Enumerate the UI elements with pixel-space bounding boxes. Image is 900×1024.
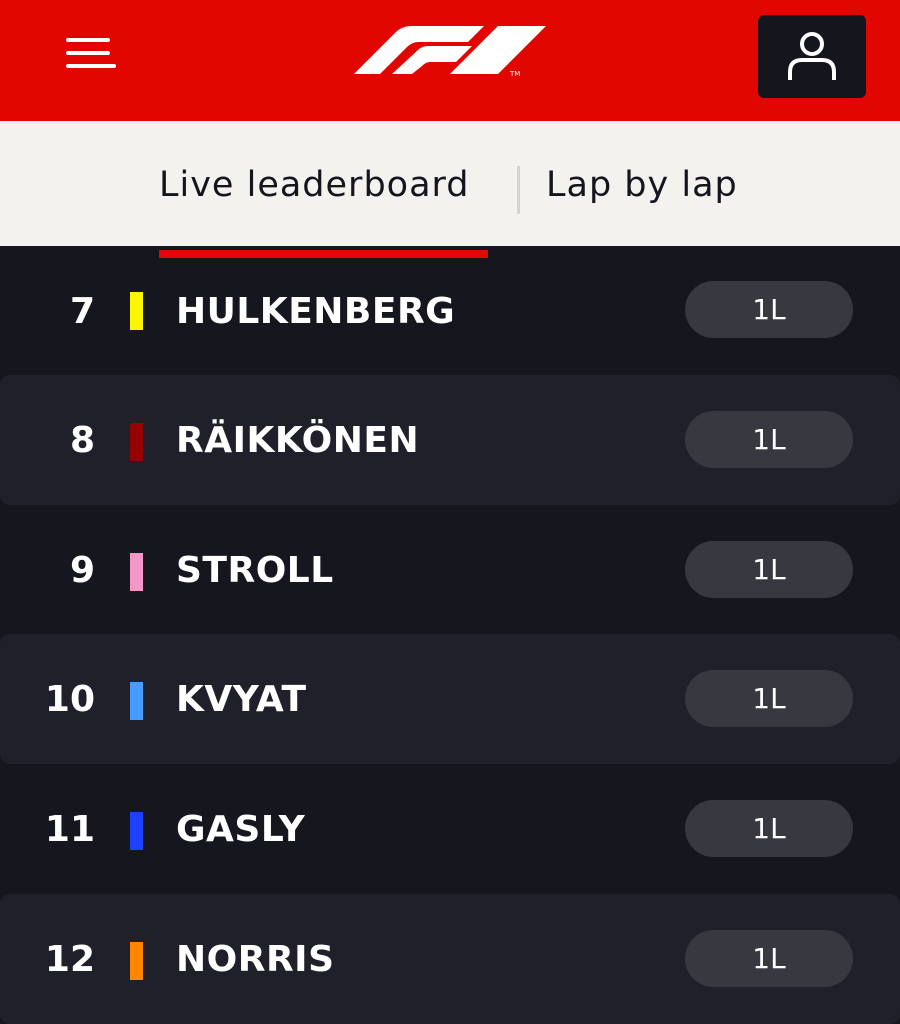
tab-divider [517,166,520,214]
leaderboard-row[interactable]: 10 KVYAT 1L [0,634,900,764]
svg-text:TM: TM [509,70,520,78]
account-button[interactable] [758,15,866,98]
team-color-bar [130,942,143,980]
leaderboard-row[interactable]: 7 HULKENBERG 1L [0,246,900,376]
user-icon [788,32,836,80]
leaderboard-list: 7 HULKENBERG 1L 8 RÄIKKÖNEN 1L 9 STROLL … [0,246,900,1024]
gap-badge: 1L [685,670,853,727]
top-bar: TM [0,0,900,121]
driver-name: STROLL [176,549,334,591]
gap-badge: 1L [685,411,853,468]
tab-live-leaderboard[interactable]: Live leaderboard [159,165,470,205]
driver-position: 10 [44,678,95,720]
gap-badge: 1L [685,281,853,338]
tab-bar: Live leaderboard Lap by lap [0,121,900,258]
driver-position: 12 [44,938,95,980]
team-color-bar [130,682,143,720]
driver-position: 9 [69,549,95,591]
driver-name: GASLY [176,808,306,850]
team-color-bar [130,292,143,330]
gap-badge: 1L [685,541,853,598]
leaderboard-row[interactable]: 9 STROLL 1L [0,505,900,635]
driver-position: 11 [44,808,95,850]
driver-position: 7 [69,290,95,332]
driver-position: 8 [69,419,95,461]
leaderboard-row[interactable]: 8 RÄIKKÖNEN 1L [0,375,900,505]
f1-logo[interactable]: TM [352,24,548,80]
gap-badge: 1L [685,800,853,857]
driver-name: NORRIS [176,938,335,980]
driver-name: RÄIKKÖNEN [176,419,420,461]
active-tab-indicator [159,250,488,258]
team-color-bar [130,423,143,461]
tab-lap-by-lap[interactable]: Lap by lap [546,165,738,205]
driver-name: HULKENBERG [176,290,456,332]
leaderboard-row[interactable]: 12 NORRIS 1L [0,894,900,1024]
hamburger-menu-icon[interactable] [66,36,116,70]
team-color-bar [130,553,143,591]
gap-badge: 1L [685,930,853,987]
team-color-bar [130,812,143,850]
driver-name: KVYAT [176,678,307,720]
leaderboard-row[interactable]: 11 GASLY 1L [0,764,900,894]
